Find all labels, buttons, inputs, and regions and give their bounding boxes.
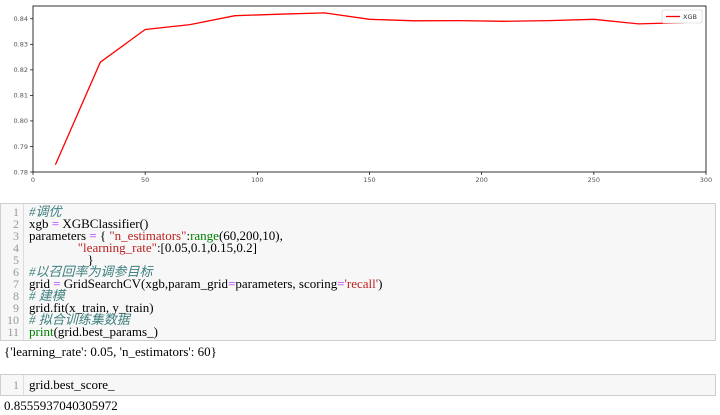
x-tick-label: 150 bbox=[363, 176, 375, 184]
code-token: GridSearchCV(xgb,param_grid bbox=[60, 276, 229, 291]
plot-frame bbox=[32, 5, 707, 173]
cell-output-best-score: 0.8555937040305972 bbox=[4, 398, 118, 413]
y-tick-label: 0.79 bbox=[14, 143, 28, 151]
code-token: ) bbox=[378, 276, 383, 291]
cell-output-best-params: {'learning_rate': 0.05, 'n_estimators': … bbox=[4, 344, 217, 359]
line-number: 11 bbox=[7, 325, 19, 339]
x-tick-label: 200 bbox=[475, 176, 487, 184]
code-token: 'recall' bbox=[344, 276, 379, 291]
code-cell-best-score[interactable]: 1 grid.best_score_ bbox=[0, 374, 716, 396]
code-token: :[0.05,0.1,0.15,0.2] bbox=[156, 240, 257, 255]
y-tick-label: 0.83 bbox=[14, 41, 28, 49]
code-text: grid = GridSearchCV(xgb,param_grid=param… bbox=[29, 276, 383, 291]
code-token: = bbox=[337, 276, 345, 291]
code-text: grid.best_score_ bbox=[29, 377, 115, 392]
code-token: parameters, scoring bbox=[235, 276, 338, 291]
y-tick-label: 0.82 bbox=[14, 66, 28, 74]
legend-label: XGB bbox=[683, 13, 697, 21]
y-tick-label: 0.84 bbox=[14, 15, 28, 23]
xgb-line-chart: 0 50 100 150 200 250 300 0.78 0.79 0.80 0.81 0.82 0.… bbox=[0, 0, 720, 190]
x-tick-label: 250 bbox=[588, 176, 600, 184]
code-text: print(grid.best_params_) bbox=[29, 324, 158, 339]
series-line-xgb bbox=[54, 12, 684, 166]
x-tick-label: 300 bbox=[700, 176, 712, 184]
chart-canvas: 0 50 100 150 200 250 300 0.78 0.79 0.80 0.81 0.82 0.… bbox=[14, 5, 712, 184]
x-tick-label: 50 bbox=[141, 176, 149, 184]
y-tick-label: 0.78 bbox=[14, 168, 28, 176]
code-cell-grid-search[interactable]: 1 #调优 2 xgb = XGBClassifier() 3 parameters = … bbox=[0, 203, 716, 341]
x-tick-label: 100 bbox=[251, 176, 263, 184]
code-token: (grid.best_params_) bbox=[53, 324, 158, 339]
line-number: 1 bbox=[13, 378, 19, 392]
y-tick-label: 0.81 bbox=[14, 92, 28, 100]
x-tick-label: 0 bbox=[31, 176, 35, 184]
code-token: grid.best_score_ bbox=[29, 377, 115, 392]
code-token: print bbox=[29, 324, 54, 339]
y-tick-label: 0.80 bbox=[14, 117, 28, 125]
